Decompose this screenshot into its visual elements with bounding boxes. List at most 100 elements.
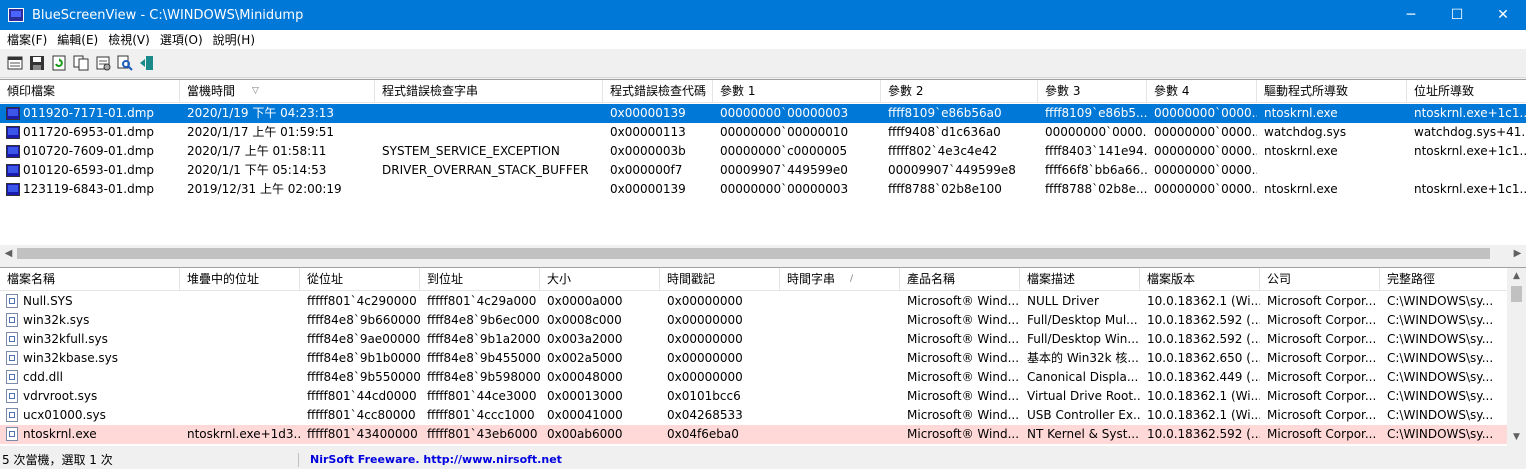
cell-bug-check-code: 0x0000003b <box>610 144 686 158</box>
cell-size: 0x00013000 <box>547 389 623 403</box>
find-icon[interactable] <box>114 52 136 74</box>
exit-icon[interactable] <box>136 52 158 74</box>
module-row[interactable]: win32kfull.sys ffff84e8`9ae00000 ffff84e8`… <box>0 330 1507 349</box>
dump-row[interactable]: 010720-7609-01.dmp 2020/1/7 上午 01:58:11 SY… <box>0 142 1526 161</box>
close-button[interactable]: ✕ <box>1480 0 1526 30</box>
col-caused-by-address[interactable]: 位址所導致 <box>1407 80 1526 102</box>
col-time-string[interactable]: 時間字串 / <box>780 268 900 290</box>
menu-file[interactable]: 檔案(F) <box>2 31 52 48</box>
top-horizontal-scrollbar[interactable]: ◀ ▶ <box>0 245 1526 262</box>
col-bug-check-string[interactable]: 程式錯誤檢查字串 <box>375 80 603 102</box>
cell-address-in-stack <box>180 349 300 368</box>
cell-product-name: Microsoft® Wind... <box>907 408 1020 422</box>
module-row[interactable]: vdrvroot.sys fffff801`44cd0000 fffff801`44… <box>0 387 1507 406</box>
cell-to-address: ffff84e8`9b6ec000 <box>427 313 540 327</box>
cell-caused-by-address: ntoskrnl.exe+1c1... <box>1414 182 1526 196</box>
col-company[interactable]: 公司 <box>1260 268 1380 290</box>
module-row[interactable]: cdd.dll ffff84e8`9b550000 ffff84e8`9b59800… <box>0 368 1507 387</box>
html-report-icon[interactable] <box>4 52 26 74</box>
cell-size: 0x00ab6000 <box>547 427 623 441</box>
col-parameter-3[interactable]: 參數 3 <box>1038 80 1147 102</box>
cell-parameter-3: ffff8109`e86b5... <box>1045 106 1147 120</box>
cell-full-path: C:\WINDOWS\sy... <box>1387 408 1494 422</box>
menu-edit[interactable]: 編輯(E) <box>52 31 103 48</box>
module-list[interactable]: 檔案名稱 堆疊中的位址 從位址 到位址 大小 時間戳記 時間字串 / 產品名稱 檔… <box>0 267 1526 446</box>
cell-full-path: C:\WINDOWS\sy... <box>1387 332 1494 346</box>
module-row[interactable]: ntoskrnl.exe ntoskrnl.exe+1d3... fffff801`… <box>0 425 1507 444</box>
col-caused-by-driver[interactable]: 驅動程式所導致 <box>1257 80 1407 102</box>
cell-parameter-4: 00000000`0000... <box>1154 144 1257 158</box>
top-scroll-thumb[interactable] <box>17 248 1490 259</box>
scroll-left-icon[interactable]: ◀ <box>0 245 17 262</box>
cell-size: 0x00041000 <box>547 408 623 422</box>
col-filename[interactable]: 檔案名稱 <box>0 268 180 290</box>
cell-crash-time: 2020/1/1 下午 05:14:53 <box>187 163 327 177</box>
save-icon[interactable] <box>26 52 48 74</box>
col-parameter-2[interactable]: 參數 2 <box>881 80 1038 102</box>
cell-parameter-4: 00000000`0000... <box>1154 125 1257 139</box>
dump-row[interactable]: 123119-6843-01.dmp 2019/12/31 上午 02:00:19… <box>0 180 1526 199</box>
col-file-description[interactable]: 檔案描述 <box>1020 268 1140 290</box>
col-timestamp[interactable]: 時間戳記 <box>660 268 780 290</box>
module-row[interactable]: ucx01000.sys fffff801`4cc80000 fffff801`4c… <box>0 406 1507 425</box>
col-full-path[interactable]: 完整路徑 <box>1380 268 1507 290</box>
bluescreen-app-icon <box>8 8 24 22</box>
dump-row[interactable]: 011720-6953-01.dmp 2020/1/17 上午 01:59:51 0… <box>0 123 1526 142</box>
nirsoft-link[interactable]: NirSoft Freeware. http://www.nirsoft.net <box>310 451 562 469</box>
properties-icon[interactable] <box>92 52 114 74</box>
cell-crash-time: 2020/1/19 下午 04:23:13 <box>187 106 335 120</box>
dump-list[interactable]: 傾印檔案 當機時間 ▽ 程式錯誤檢查字串 程式錯誤檢查代碼 參數 1 參數 2 參… <box>0 79 1526 262</box>
module-row[interactable]: Null.SYS fffff801`4c290000 fffff801`4c29a0… <box>0 292 1507 311</box>
dump-row[interactable]: 011920-7171-01.dmp 2020/1/19 下午 04:23:13 0… <box>0 104 1526 123</box>
col-file-version[interactable]: 檔案版本 <box>1140 268 1260 290</box>
minimize-button[interactable]: ─ <box>1388 0 1434 30</box>
cell-timestamp: 0x00000000 <box>667 332 743 346</box>
dump-row[interactable]: 010120-6593-01.dmp 2020/1/1 下午 05:14:53 DR… <box>0 161 1526 180</box>
cell-file-description: Canonical Displa... <box>1027 370 1139 384</box>
cell-to-address: ffff84e8`9b455000 <box>427 351 540 365</box>
menu-help[interactable]: 說明(H) <box>208 31 260 48</box>
col-product-name[interactable]: 產品名稱 <box>900 268 1020 290</box>
col-bug-check-code[interactable]: 程式錯誤檢查代碼 <box>603 80 713 102</box>
cell-file-description: 基本的 Win32k 核... <box>1027 351 1139 365</box>
cell-to-address: ffff84e8`9b598000 <box>427 370 540 384</box>
col-parameter-1[interactable]: 參數 1 <box>713 80 881 102</box>
cell-full-path: C:\WINDOWS\sy... <box>1387 351 1494 365</box>
col-size[interactable]: 大小 <box>540 268 660 290</box>
refresh-icon[interactable] <box>48 52 70 74</box>
col-from-address[interactable]: 從位址 <box>300 268 420 290</box>
menu-options[interactable]: 選項(O) <box>155 31 208 48</box>
bottom-vertical-scrollbar[interactable]: ▲ ▼ <box>1507 268 1526 446</box>
cell-full-path: C:\WINDOWS\sy... <box>1387 370 1494 384</box>
scroll-up-icon[interactable]: ▲ <box>1507 268 1526 285</box>
menu-view[interactable]: 檢視(V) <box>103 31 155 48</box>
cell-time-string <box>780 292 900 311</box>
cell-product-name: Microsoft® Wind... <box>907 332 1020 346</box>
col-address-in-stack[interactable]: 堆疊中的位址 <box>180 268 300 290</box>
cell-bug-check-code: 0x00000113 <box>610 125 686 139</box>
cell-parameter-1: 00009907`449599e0 <box>720 163 848 177</box>
cell-caused-by-driver: watchdog.sys <box>1264 125 1347 139</box>
col-dump-file[interactable]: 傾印檔案 <box>0 80 180 102</box>
bottom-scroll-thumb[interactable] <box>1511 286 1522 302</box>
maximize-button[interactable]: ☐ <box>1434 0 1480 30</box>
module-row[interactable]: win32k.sys ffff84e8`9b660000 ffff84e8`9b6e… <box>0 311 1507 330</box>
cell-file-version: 10.0.18362.1 (Wi... <box>1147 389 1260 403</box>
cell-timestamp: 0x04268533 <box>667 408 743 422</box>
window-title: BlueScreenView - C:\WINDOWS\Minidump <box>32 7 304 23</box>
cell-bug-check-code: 0x00000139 <box>610 182 686 196</box>
cell-bug-check-string <box>375 123 603 142</box>
copy-icon[interactable] <box>70 52 92 74</box>
cell-bug-check-string <box>375 104 603 123</box>
module-row[interactable]: win32kbase.sys ffff84e8`9b1b0000 ffff84e8`… <box>0 349 1507 368</box>
col-parameter-4[interactable]: 參數 4 <box>1147 80 1257 102</box>
scroll-right-icon[interactable]: ▶ <box>1509 245 1526 262</box>
cell-address-in-stack <box>180 368 300 387</box>
cell-caused-by-address: ntoskrnl.exe+1c1... <box>1414 144 1526 158</box>
cell-address-in-stack <box>180 292 300 311</box>
cell-file-version: 10.0.18362.592 (... <box>1147 427 1260 441</box>
toolbar <box>0 49 1526 78</box>
col-to-address[interactable]: 到位址 <box>420 268 540 290</box>
scroll-down-icon[interactable]: ▼ <box>1507 429 1526 446</box>
col-crash-time[interactable]: 當機時間 ▽ <box>180 80 375 102</box>
